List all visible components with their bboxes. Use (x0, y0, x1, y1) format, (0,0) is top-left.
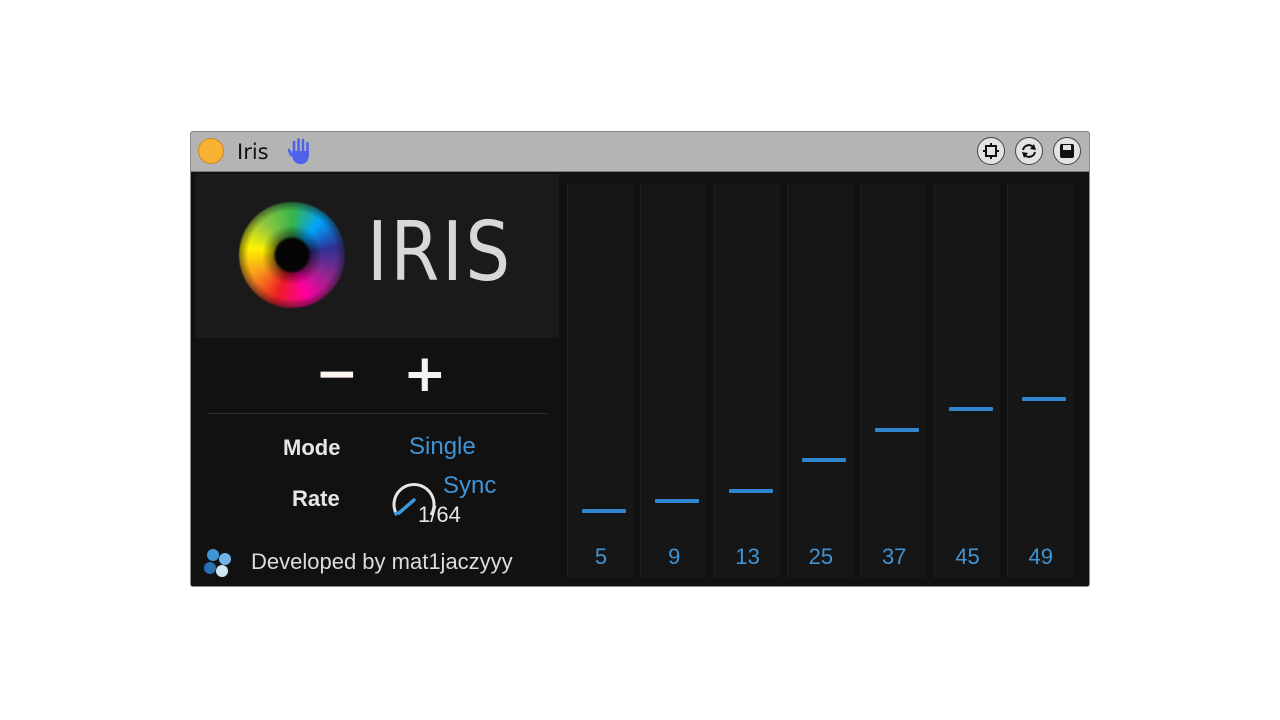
step-column[interactable]: 13 (713, 184, 780, 578)
logo-area: IRIS (195, 174, 559, 338)
device-title: Iris (237, 140, 269, 164)
step-value-bar[interactable] (728, 488, 773, 493)
step-sequencer: 5 9 13 25 37 45 49 (567, 176, 1087, 584)
decrease-steps-button[interactable]: − (315, 348, 359, 400)
step-column[interactable]: 9 (640, 184, 707, 578)
step-label: 25 (808, 544, 834, 569)
device-power-toggle[interactable] (198, 138, 224, 164)
step-label: 45 (955, 544, 980, 569)
step-value-bar[interactable] (875, 427, 920, 432)
left-panel: IRIS − + Mode Single Rate Sync 1/64 Deve… (191, 172, 561, 586)
step-column[interactable]: 45 (933, 184, 1000, 578)
step-column[interactable]: 5 (567, 184, 633, 578)
increase-steps-button[interactable]: + (403, 348, 447, 400)
device-title-bar[interactable]: Iris (191, 132, 1089, 172)
iris-wordmark: IRIS (367, 205, 513, 300)
save-disk-icon (1060, 144, 1074, 158)
step-value-bar[interactable] (582, 509, 626, 514)
developer-credit: Developed by mat1jaczyyy (251, 549, 513, 574)
save-preset-button[interactable] (1053, 137, 1081, 165)
hand-icon[interactable] (287, 137, 315, 167)
step-label: 37 (881, 544, 907, 569)
step-label: 5 (594, 544, 608, 569)
step-label: 9 (668, 544, 681, 569)
step-value-bar[interactable] (801, 458, 846, 463)
step-column[interactable]: 25 (786, 184, 853, 578)
divider (207, 413, 547, 414)
map-mode-button[interactable] (977, 137, 1005, 165)
mode-selector[interactable]: Single (409, 433, 476, 461)
swap-arrows-icon (1022, 144, 1036, 158)
step-column[interactable]: 37 (860, 184, 927, 578)
step-value-bar[interactable] (948, 407, 993, 412)
step-value-bar[interactable] (1021, 397, 1066, 402)
iris-device: Iris IRIS − + Mode Single Rate Sync 1/64… (190, 131, 1090, 587)
mode-label: Mode (283, 435, 341, 460)
rate-label: Rate (292, 486, 340, 511)
rate-value: 1/64 (418, 502, 461, 527)
step-value-bar[interactable] (655, 499, 700, 504)
iris-eye-logo (239, 202, 345, 308)
developer-logo-icon (204, 549, 231, 577)
step-label: 49 (1028, 544, 1054, 569)
map-icon (983, 143, 999, 159)
rate-sync-toggle[interactable]: Sync (443, 472, 496, 500)
step-column[interactable]: 49 (1006, 184, 1073, 578)
step-label: 13 (735, 544, 760, 569)
hot-swap-button[interactable] (1015, 137, 1043, 165)
